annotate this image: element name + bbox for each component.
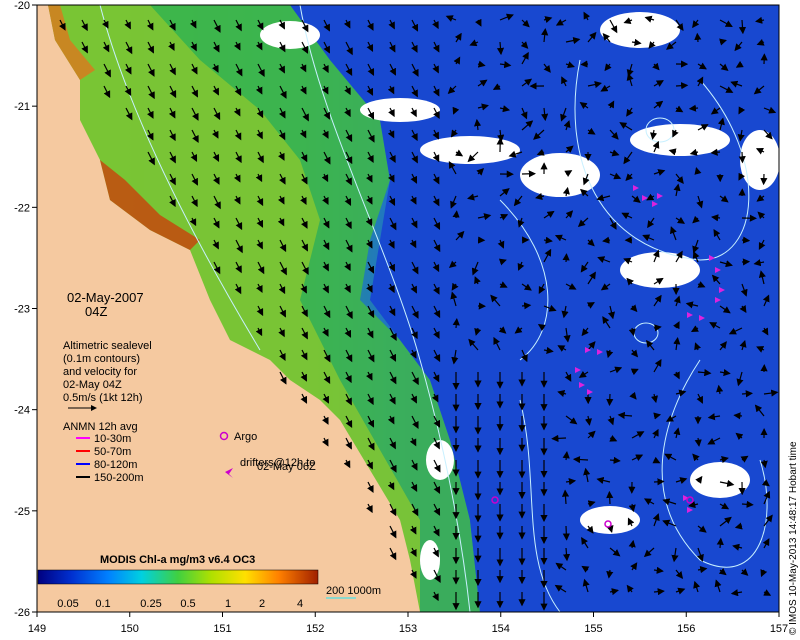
anmn-legend-title: ANMN 12h avg xyxy=(63,421,138,433)
y-axis-ticks: -20 -21 -22 -23 -24 -25 -26 xyxy=(14,0,37,619)
chlorophyll-map-figure: 149 150 151 152 153 154 155 156 157 -20 -21 -22 -23… xyxy=(14,0,799,635)
y-tick-label: -21 xyxy=(14,101,30,113)
x-tick-label: 154 xyxy=(492,623,510,635)
velocity-arrow xyxy=(738,151,746,164)
colorbar-tick-label: 0.1 xyxy=(95,598,110,610)
velocity-arrow xyxy=(580,60,589,68)
colorbar-tick-label: 0.05 xyxy=(57,598,78,610)
x-tick-label: 155 xyxy=(584,623,602,635)
x-tick-label: 156 xyxy=(677,623,695,635)
anmn-legend-label: 150-200m xyxy=(94,472,144,484)
velocity-arrow xyxy=(716,537,724,549)
velocity-arrow xyxy=(452,210,460,219)
x-tick-label: 150 xyxy=(121,623,139,635)
argo-legend-label: Argo xyxy=(234,431,257,443)
colorbar-title: MODIS Chl-a mg/m3 v6.4 OC3 xyxy=(100,554,255,566)
velocity-arrow xyxy=(653,478,665,486)
y-tick-label: -24 xyxy=(14,405,30,417)
time-title: 04Z xyxy=(85,304,107,319)
anmn-legend-label: 50-70m xyxy=(94,446,131,458)
altimetry-legend-line: 0.5m/s (1kt 12h) xyxy=(63,392,142,404)
drifters-legend-line2: 02-May 06Z xyxy=(257,461,316,473)
y-tick-label: -25 xyxy=(14,506,30,518)
x-axis-ticks: 149 150 151 152 153 154 155 156 157 xyxy=(28,612,788,635)
colorbar-tick-label: 0.5 xyxy=(180,598,195,610)
velocity-arrow xyxy=(675,82,689,90)
altimetry-legend-line: (0.1m contours) xyxy=(63,353,140,365)
colorbar-gradient xyxy=(37,569,319,585)
x-tick-label: 151 xyxy=(213,623,231,635)
depth-legend: 200 1000m xyxy=(326,585,381,599)
velocity-arrow xyxy=(452,318,460,329)
credit-text: © IMOS 10-May-2013 14:48:17 Hobart time xyxy=(788,441,799,635)
velocity-arrow xyxy=(741,390,753,398)
velocity-arrow xyxy=(551,434,567,442)
velocity-arrow xyxy=(606,490,614,505)
x-tick-label: 157 xyxy=(770,623,788,635)
x-tick-label: 152 xyxy=(306,623,324,635)
y-tick-label: -26 xyxy=(14,607,30,619)
altimetry-legend-line: 02-May 04Z xyxy=(63,379,122,391)
colorbar-tick-label: 2 xyxy=(259,598,265,610)
y-tick-label: -23 xyxy=(14,304,30,316)
map-plot-area xyxy=(36,4,780,613)
colorbar-tick-label: 0.25 xyxy=(140,598,161,610)
altimetry-legend-line: and velocity for xyxy=(63,366,137,378)
velocity-arrow xyxy=(688,104,699,112)
date-title: 02-May-2007 xyxy=(67,290,144,305)
colorbar-tick-label: 1 xyxy=(225,598,231,610)
velocity-arrow xyxy=(741,236,751,244)
colorbar-tick-label: 4 xyxy=(297,598,303,610)
anmn-legend-label: 10-30m xyxy=(94,433,131,445)
x-tick-label: 153 xyxy=(399,623,417,635)
depth-legend-label: 200 1000m xyxy=(326,585,381,597)
velocity-arrow xyxy=(606,393,614,407)
y-tick-label: -22 xyxy=(14,202,30,214)
y-tick-label: -20 xyxy=(14,0,30,12)
velocity-arrow xyxy=(562,253,570,263)
velocity-arrow xyxy=(562,525,570,541)
velocity-arrow xyxy=(733,412,743,420)
velocity-arrow xyxy=(694,32,702,43)
x-tick-label: 149 xyxy=(28,623,46,635)
anmn-legend-label: 80-120m xyxy=(94,459,137,471)
velocity-arrow xyxy=(572,455,589,464)
altimetry-legend-line: Altimetric sealevel xyxy=(63,340,152,352)
velocity-arrow xyxy=(741,500,754,508)
velocity-arrow xyxy=(521,302,532,310)
